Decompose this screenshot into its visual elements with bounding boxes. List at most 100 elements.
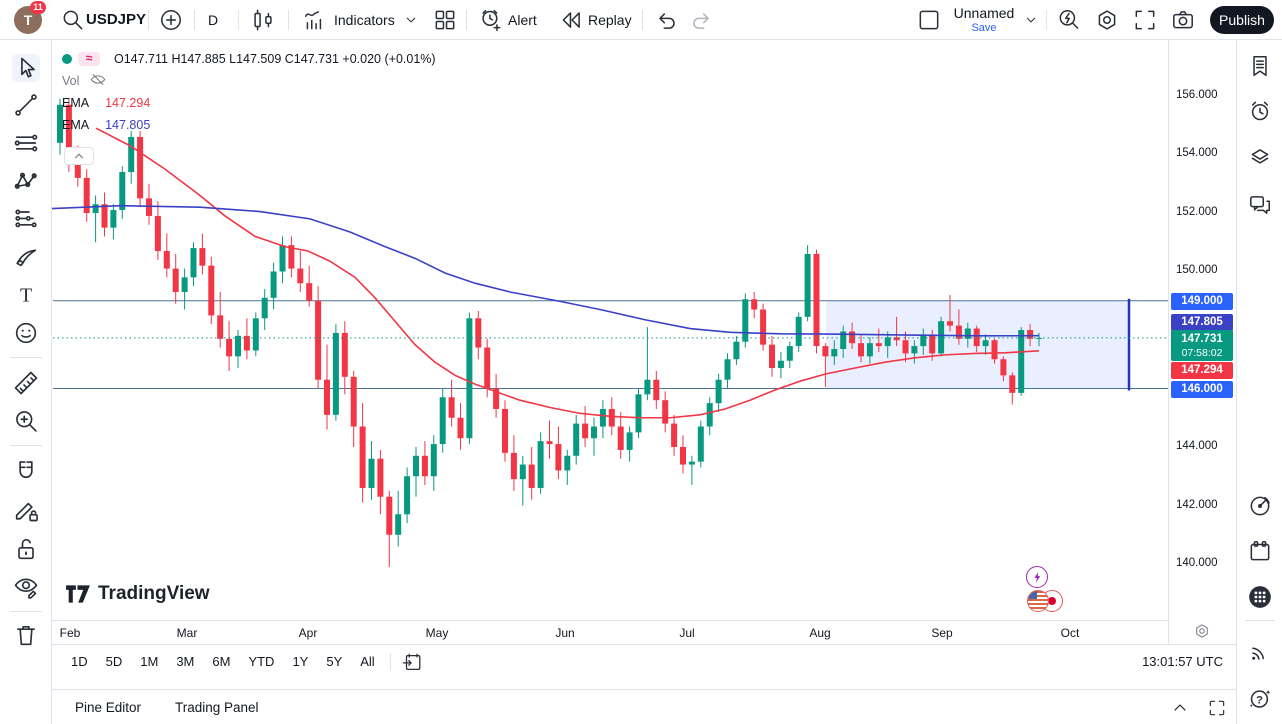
time-axis[interactable]: FebMarAprMayJunJulAugSepOct (52, 620, 1168, 644)
settings-gear-icon[interactable] (1094, 7, 1120, 33)
currency-pair-flags[interactable] (1027, 590, 1065, 613)
price-label-ema-fast[interactable]: 147.294 (1171, 362, 1233, 379)
price-tick-140.000: 140.000 (1176, 557, 1218, 569)
fullscreen-icon[interactable] (1132, 7, 1158, 33)
text-tool-icon[interactable]: T (12, 281, 40, 309)
measure-ruler-icon[interactable] (12, 369, 40, 397)
alerts-clock-icon[interactable] (1247, 98, 1273, 124)
range-button-5y[interactable]: 5Y (317, 650, 351, 674)
apps-menu-icon[interactable] (1247, 584, 1273, 610)
tradingview-watermark: TradingView (65, 583, 210, 605)
divider (390, 653, 391, 671)
interval-button[interactable]: D (208, 0, 218, 40)
calendar-icon[interactable] (1247, 538, 1273, 564)
magnet-mode-icon[interactable] (12, 458, 40, 486)
range-button-1y[interactable]: 1Y (283, 650, 317, 674)
screener-radar-icon[interactable] (1247, 493, 1273, 519)
event-flash-icon[interactable] (1026, 566, 1048, 588)
chevron-down-icon[interactable] (402, 11, 420, 29)
indicators-button[interactable]: Indicators (334, 0, 395, 40)
chevron-down-icon[interactable] (1022, 11, 1040, 29)
save-layout-button[interactable]: Unnamed Save (948, 4, 1020, 34)
time-axis-month-jun: Jun (555, 626, 574, 640)
watchlist-icon[interactable] (1247, 53, 1273, 79)
horizontal-lines-tool-icon[interactable] (12, 129, 40, 157)
price-label-current-price[interactable]: 147.73107:58:02 (1171, 330, 1233, 361)
top-toolbar: T 11 USDJPY D Indicators Alert Replay Un… (0, 0, 1282, 40)
divider (288, 10, 289, 30)
alert-clock-plus-icon[interactable] (478, 7, 504, 33)
indicators-icon[interactable] (302, 7, 328, 33)
pattern-tool-icon[interactable] (12, 167, 40, 195)
price-tick-152.000: 152.000 (1176, 206, 1218, 218)
chart-style-candles-icon[interactable] (250, 7, 276, 33)
left-drawing-toolbar: T (0, 40, 52, 724)
chart-legend: ≈ O147.711 H147.885 L147.509 C147.731 +0… (62, 48, 436, 136)
ema-slow-value: 147.805 (105, 118, 150, 132)
svg-text:?: ? (1256, 694, 1263, 706)
date-range-buttons: 1D5D1M3M6MYTD1Y5YAll (62, 645, 423, 679)
range-button-ytd[interactable]: YTD (239, 650, 283, 674)
axis-settings-gear-icon[interactable] (1193, 622, 1211, 640)
compare-add-symbol-icon[interactable] (158, 7, 184, 33)
emoji-tool-icon[interactable] (12, 319, 40, 347)
chat-icon[interactable] (1247, 192, 1273, 218)
go-to-date-icon[interactable] (401, 651, 423, 673)
price-tick-144.000: 144.000 (1176, 440, 1218, 452)
range-button-1m[interactable]: 1M (131, 650, 167, 674)
snapshot-camera-icon[interactable] (1170, 7, 1196, 33)
clock-utc[interactable]: 13:01:57 UTC (1142, 645, 1223, 679)
ema-slow-label[interactable]: EMA (62, 118, 89, 132)
range-button-1d[interactable]: 1D (62, 650, 97, 674)
series-wave-chip[interactable]: ≈ (78, 52, 100, 66)
brush-tool-icon[interactable] (12, 243, 40, 271)
remove-drawings-trash-icon[interactable] (12, 621, 40, 649)
range-button-all[interactable]: All (351, 650, 383, 674)
tab-trading-panel[interactable]: Trading Panel (175, 690, 259, 724)
range-button-5d[interactable]: 5D (97, 650, 132, 674)
layout-grid-icon[interactable] (432, 7, 458, 33)
series-color-dot[interactable] (62, 54, 72, 64)
symbol-search-button[interactable]: USDJPY (86, 0, 146, 40)
replay-button[interactable]: Replay (588, 0, 632, 40)
time-axis-month-apr: Apr (299, 626, 318, 640)
undo-icon[interactable] (654, 7, 680, 33)
drawing-mode-pencil-icon[interactable] (12, 496, 40, 524)
price-label-ema-slow[interactable]: 147.805 (1171, 314, 1233, 331)
ema-fast-value: 147.294 (105, 96, 150, 110)
replay-icon[interactable] (558, 7, 584, 33)
publish-button[interactable]: Publish (1210, 6, 1274, 34)
time-axis-month-feb: Feb (60, 626, 81, 640)
zoom-in-icon[interactable] (12, 407, 40, 435)
tradingview-app: T 11 USDJPY D Indicators Alert Replay Un… (0, 0, 1282, 724)
range-button-6m[interactable]: 6M (203, 650, 239, 674)
alert-button[interactable]: Alert (508, 0, 537, 40)
trend-line-tool-icon[interactable] (12, 91, 40, 119)
cursor-tool-icon[interactable] (12, 54, 40, 82)
range-button-3m[interactable]: 3M (167, 650, 203, 674)
eye-off-icon[interactable] (89, 72, 107, 90)
quick-search-flash-icon[interactable] (1056, 7, 1082, 33)
panel-maximize-icon[interactable] (1207, 698, 1227, 718)
volume-label[interactable]: Vol (62, 74, 79, 88)
price-label-level-149[interactable]: 149.000 (1171, 293, 1233, 310)
hide-drawings-eye-icon[interactable] (12, 573, 40, 601)
streams-signal-icon[interactable] (1247, 639, 1273, 665)
panel-expand-chevron-icon[interactable] (1170, 698, 1190, 718)
object-tree-layers-icon[interactable] (1247, 144, 1273, 170)
svg-text:T: T (20, 284, 32, 306)
price-tick-154.000: 154.000 (1176, 147, 1218, 159)
divider (10, 445, 42, 446)
time-axis-month-may: May (426, 626, 449, 640)
search-icon[interactable] (60, 7, 86, 33)
tab-pine-editor[interactable]: Pine Editor (75, 690, 141, 724)
help-icon[interactable]: ? (1247, 685, 1273, 711)
redo-icon[interactable] (688, 7, 714, 33)
price-axis[interactable]: 156.000154.000152.000150.000144.000142.0… (1168, 40, 1236, 644)
forecast-tool-icon[interactable] (12, 205, 40, 233)
ema-fast-label[interactable]: EMA (62, 96, 89, 110)
layout-select-icon[interactable] (916, 7, 942, 33)
price-label-level-146[interactable]: 146.000 (1171, 381, 1233, 398)
legend-collapse-button[interactable] (64, 147, 94, 165)
lock-drawings-icon[interactable] (12, 535, 40, 563)
